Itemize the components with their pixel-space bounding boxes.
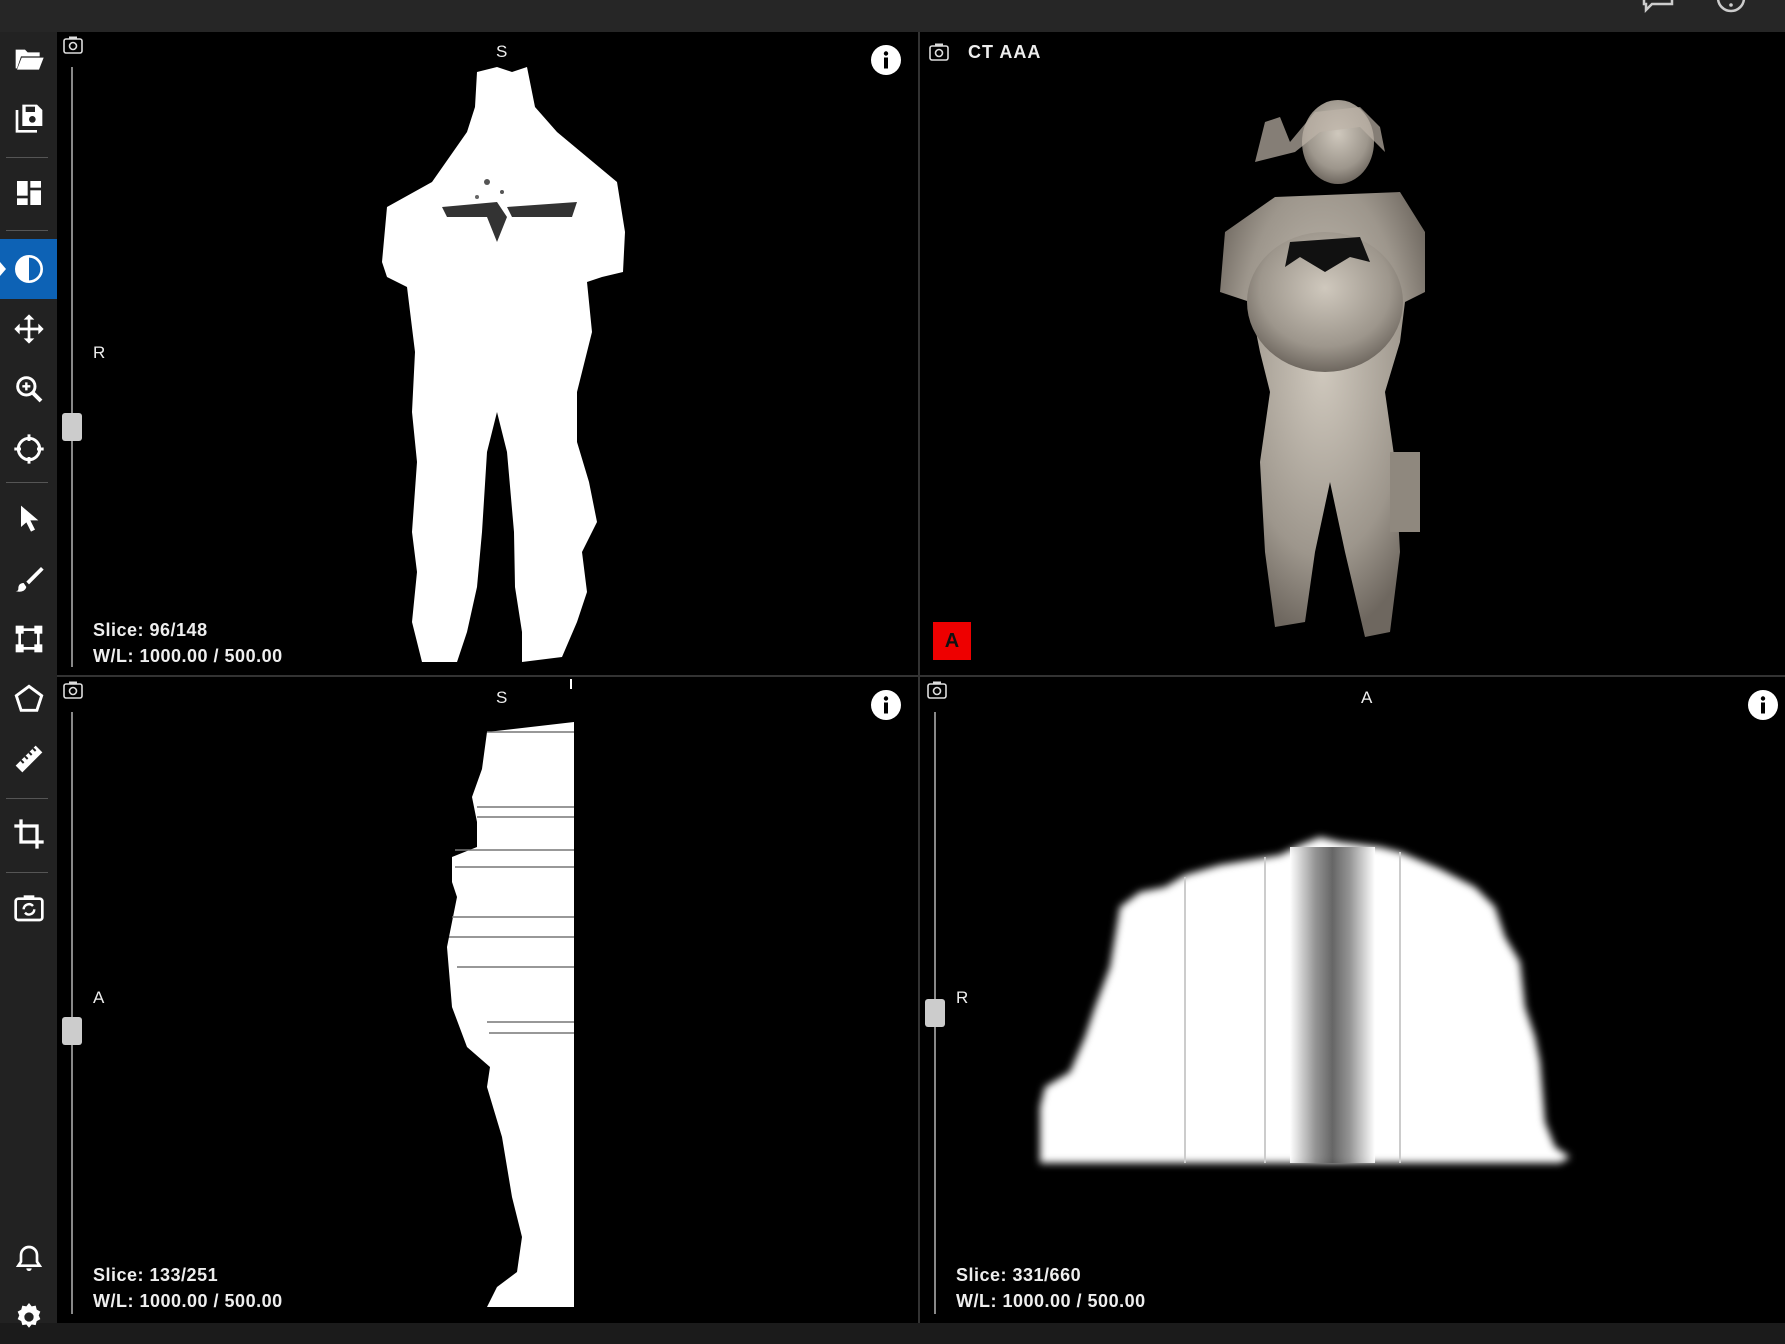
help-icon[interactable] bbox=[1713, 0, 1749, 14]
pointer-icon bbox=[20, 505, 38, 532]
camera-reset-icon bbox=[13, 895, 44, 922]
save-icon bbox=[15, 104, 42, 133]
brush-tool-button[interactable] bbox=[0, 552, 57, 606]
open-folder-button[interactable] bbox=[0, 32, 57, 86]
separator bbox=[6, 798, 48, 799]
folder-open-icon bbox=[15, 49, 44, 70]
ruler-icon bbox=[15, 745, 42, 773]
save-button[interactable] bbox=[0, 91, 57, 145]
slice-info: Slice: 96/148 bbox=[93, 620, 208, 640]
select-tool-button[interactable] bbox=[0, 492, 57, 546]
zoom-icon bbox=[15, 376, 42, 403]
coronal-image bbox=[382, 67, 625, 662]
polygon-icon bbox=[14, 684, 43, 712]
window-level-tool-button[interactable] bbox=[0, 239, 57, 299]
settings-icon bbox=[17, 1303, 40, 1328]
notifications-button[interactable] bbox=[0, 1232, 57, 1286]
separator bbox=[6, 230, 48, 231]
window-level-info: W/L: 1000.00 / 500.00 bbox=[93, 1291, 283, 1311]
contrast-icon bbox=[14, 255, 43, 283]
ruler-tool-button[interactable] bbox=[0, 732, 57, 786]
layout-icon bbox=[16, 181, 41, 205]
annotation-badge[interactable]: A bbox=[933, 622, 971, 660]
crosshair-tool-button[interactable] bbox=[0, 422, 57, 476]
viewport-3d[interactable]: CT AAA A bbox=[920, 32, 1785, 675]
viewport-grid: S R Slice: 96/148 W/L: 1000.00 / 500.00 … bbox=[57, 32, 1785, 1323]
crosshair-icon bbox=[13, 434, 44, 464]
viewport-coronal[interactable]: S R Slice: 96/148 W/L: 1000.00 / 500.00 bbox=[57, 32, 918, 675]
volume-render-image bbox=[1220, 100, 1425, 637]
slice-info: Slice: 133/251 bbox=[93, 1265, 219, 1285]
feedback-icon[interactable] bbox=[1640, 0, 1676, 14]
crop-tool-button[interactable] bbox=[0, 807, 57, 861]
bell-icon bbox=[15, 1245, 42, 1271]
viewport-axial[interactable]: A R Slice: 331/660 W/L: 1000.00 / 500.00 bbox=[920, 677, 1785, 1323]
top-bar bbox=[0, 0, 1785, 32]
brush-icon bbox=[15, 567, 44, 592]
pan-tool-button[interactable] bbox=[0, 302, 57, 356]
window-level-info: W/L: 1000.00 / 500.00 bbox=[956, 1291, 1146, 1311]
window-level-info: W/L: 1000.00 / 500.00 bbox=[93, 646, 283, 666]
move-icon bbox=[13, 314, 44, 344]
reset-view-button[interactable] bbox=[0, 881, 57, 935]
separator bbox=[6, 482, 48, 483]
zoom-tool-button[interactable] bbox=[0, 362, 57, 416]
settings-button[interactable] bbox=[0, 1290, 57, 1344]
separator bbox=[6, 872, 48, 873]
tool-sidebar bbox=[0, 32, 57, 1328]
layout-button[interactable] bbox=[0, 166, 57, 220]
sagittal-image bbox=[447, 679, 574, 1307]
slice-info: Slice: 331/660 bbox=[956, 1265, 1082, 1285]
viewport-sagittal[interactable]: S A Slice: 133/251 W/L: 1000.00 / 500.00 bbox=[57, 677, 918, 1323]
bounding-box-icon bbox=[15, 625, 42, 653]
crop-icon bbox=[13, 819, 44, 849]
separator bbox=[6, 157, 48, 158]
axial-image bbox=[1040, 837, 1570, 1163]
bounding-box-tool-button[interactable] bbox=[0, 612, 57, 666]
polygon-tool-button[interactable] bbox=[0, 672, 57, 726]
